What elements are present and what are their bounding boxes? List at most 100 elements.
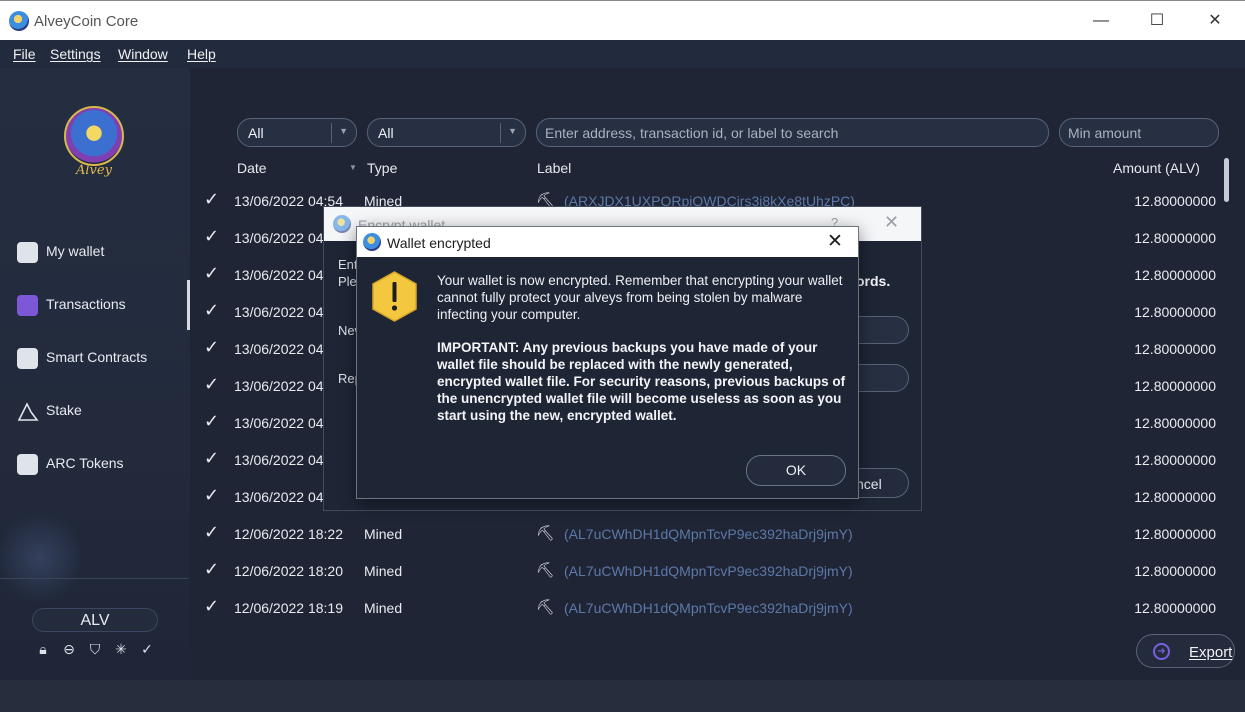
- tx-amount: 12.80000000: [1134, 526, 1216, 542]
- menu-help[interactable]: Help: [187, 46, 216, 62]
- encrypt-instructions-end: ords.: [856, 273, 891, 289]
- wallet-icon: [17, 242, 38, 263]
- app-logo-icon: [363, 233, 381, 251]
- table-row[interactable]: ✓ 12/06/2022 18:22 Mined ⛏ (AL7uCWhDH1dQMpnT…: [200, 516, 1220, 553]
- confirmed-check-icon: ✓: [204, 596, 220, 616]
- dropdown-separator: [331, 123, 332, 143]
- confirmed-check-icon: ✓: [204, 300, 220, 320]
- tx-amount: 12.80000000: [1134, 267, 1216, 283]
- export-button[interactable]: ➜ Export: [1136, 634, 1235, 668]
- menu-settings[interactable]: Settings: [50, 46, 101, 62]
- close-button[interactable]: ✕: [1192, 7, 1238, 35]
- table-row[interactable]: ✓ 12/06/2022 18:19 Mined ⛏ (AL7uCWhDH1dQMpnT…: [200, 590, 1220, 627]
- mined-icon: ⛏: [536, 599, 556, 616]
- menu-bar: File Settings Window Help: [0, 40, 1245, 68]
- tx-date: 13/06/2022 04: [234, 415, 324, 431]
- wallet-encrypted-title: Wallet encrypted: [387, 235, 491, 251]
- network-icon[interactable]: ✳: [112, 641, 130, 658]
- currency-unit-selector[interactable]: ALV: [32, 608, 158, 632]
- shield-icon[interactable]: ⛉: [86, 641, 104, 658]
- check-icon[interactable]: ✓: [138, 641, 156, 658]
- chevron-down-icon: ▼: [508, 126, 517, 136]
- mined-icon: ⛏: [536, 562, 556, 579]
- search-input[interactable]: Enter address, transaction id, or label …: [536, 118, 1049, 147]
- tx-date: 13/06/2022 04: [234, 452, 324, 468]
- sidebar-item-label: Stake: [46, 402, 82, 418]
- status-bar: [0, 680, 1245, 712]
- status-icons: 🔒︎ ⊖ ⛉ ✳ ✓: [34, 641, 164, 661]
- window-titlebar: AlveyCoin Core — ☐ ✕: [0, 0, 1245, 40]
- column-header-date[interactable]: Date: [237, 160, 267, 176]
- sidebar: Alvey My wallet Transactions Smart Contr…: [0, 68, 190, 680]
- tx-date: 13/06/2022 04: [234, 341, 324, 357]
- tx-amount: 12.80000000: [1134, 452, 1216, 468]
- tx-amount: 12.80000000: [1134, 600, 1216, 616]
- confirmed-check-icon: ✓: [204, 263, 220, 283]
- sidebar-item-smart-contracts[interactable]: Smart Contracts: [0, 338, 190, 378]
- confirmed-check-icon: ✓: [204, 374, 220, 394]
- confirmed-check-icon: ✓: [204, 485, 220, 505]
- sidebar-item-arc-tokens[interactable]: ARC Tokens: [0, 444, 190, 484]
- maximize-button[interactable]: ☐: [1134, 7, 1180, 35]
- sidebar-item-label: ARC Tokens: [46, 455, 124, 471]
- minimize-button[interactable]: —: [1078, 7, 1124, 35]
- avatar-caption: Alvey: [76, 163, 112, 178]
- sidebar-item-transactions[interactable]: Transactions: [0, 285, 190, 325]
- encrypt-instructions-line1: Ent: [338, 257, 358, 272]
- tx-date: 13/06/2022 04: [234, 304, 324, 320]
- column-header-label[interactable]: Label: [537, 160, 571, 176]
- tx-amount: 12.80000000: [1134, 378, 1216, 394]
- tx-date: 12/06/2022 18:22: [234, 526, 343, 542]
- mined-icon: ⛏: [536, 525, 556, 542]
- confirmed-check-icon: ✓: [204, 448, 220, 468]
- wallet-encrypted-important-note: IMPORTANT: Any previous backups you have…: [437, 340, 846, 423]
- sidebar-item-stake[interactable]: Stake: [0, 391, 190, 431]
- menu-file[interactable]: File: [13, 46, 36, 62]
- confirmed-check-icon: ✓: [204, 411, 220, 431]
- tx-date: 13/06/2022 04: [234, 378, 324, 394]
- tx-amount: 12.80000000: [1134, 415, 1216, 431]
- tx-label: (AL7uCWhDH1dQMpnTcvP9ec392haDrj9jmY): [564, 526, 853, 542]
- encrypt-dialog-close-button[interactable]: ✕: [884, 212, 899, 233]
- type-filter-value: All: [378, 125, 394, 141]
- active-nav-indicator: [187, 280, 190, 330]
- watermark-logo: [0, 508, 80, 608]
- smart-contracts-icon: [17, 348, 38, 369]
- tx-date: 12/06/2022 18:20: [234, 563, 343, 579]
- wallet-encrypted-message: Your wallet is now encrypted. Remember t…: [437, 273, 843, 322]
- confirmed-check-icon: ✓: [204, 522, 220, 542]
- date-filter-dropdown[interactable]: All ▼: [237, 118, 357, 147]
- sidebar-item-label: My wallet: [46, 243, 105, 259]
- tx-amount: 12.80000000: [1134, 489, 1216, 505]
- tx-amount: 12.80000000: [1134, 193, 1216, 209]
- ok-button[interactable]: OK: [746, 455, 846, 486]
- wallet-encrypted-titlebar: Wallet encrypted ✕: [357, 227, 858, 257]
- window-title: AlveyCoin Core: [34, 13, 139, 30]
- tx-amount: 12.80000000: [1134, 230, 1216, 246]
- column-header-type[interactable]: Type: [367, 160, 397, 176]
- lock-icon[interactable]: 🔒︎: [34, 641, 52, 658]
- tx-date: 13/06/2022 04: [234, 230, 324, 246]
- wallet-encrypted-close-button[interactable]: ✕: [827, 230, 843, 253]
- menu-window[interactable]: Window: [118, 46, 168, 62]
- tx-date: 12/06/2022 18:19: [234, 600, 343, 616]
- tx-label: (AL7uCWhDH1dQMpnTcvP9ec392haDrj9jmY): [564, 563, 853, 579]
- app-logo-icon: [9, 11, 29, 31]
- column-header-amount[interactable]: Amount (ALV): [1113, 160, 1200, 176]
- sidebar-item-my-wallet[interactable]: My wallet: [0, 232, 190, 272]
- minus-circle-icon[interactable]: ⊖: [60, 641, 78, 658]
- type-filter-dropdown[interactable]: All ▼: [367, 118, 526, 147]
- app-logo-icon: [333, 215, 351, 233]
- table-row[interactable]: ✓ 12/06/2022 18:20 Mined ⛏ (AL7uCWhDH1dQMpnT…: [200, 553, 1220, 590]
- arc-tokens-icon: [17, 454, 38, 475]
- tx-amount: 12.80000000: [1134, 304, 1216, 320]
- confirmed-check-icon: ✓: [204, 189, 220, 209]
- min-amount-input[interactable]: Min amount: [1059, 118, 1219, 147]
- confirmed-check-icon: ✓: [204, 337, 220, 357]
- table-scrollbar[interactable]: [1224, 158, 1229, 202]
- stake-icon: [17, 401, 39, 422]
- tx-type: Mined: [364, 526, 403, 542]
- tx-type: Mined: [364, 600, 403, 616]
- sidebar-item-label: Transactions: [46, 296, 126, 312]
- tx-amount: 12.80000000: [1134, 563, 1216, 579]
